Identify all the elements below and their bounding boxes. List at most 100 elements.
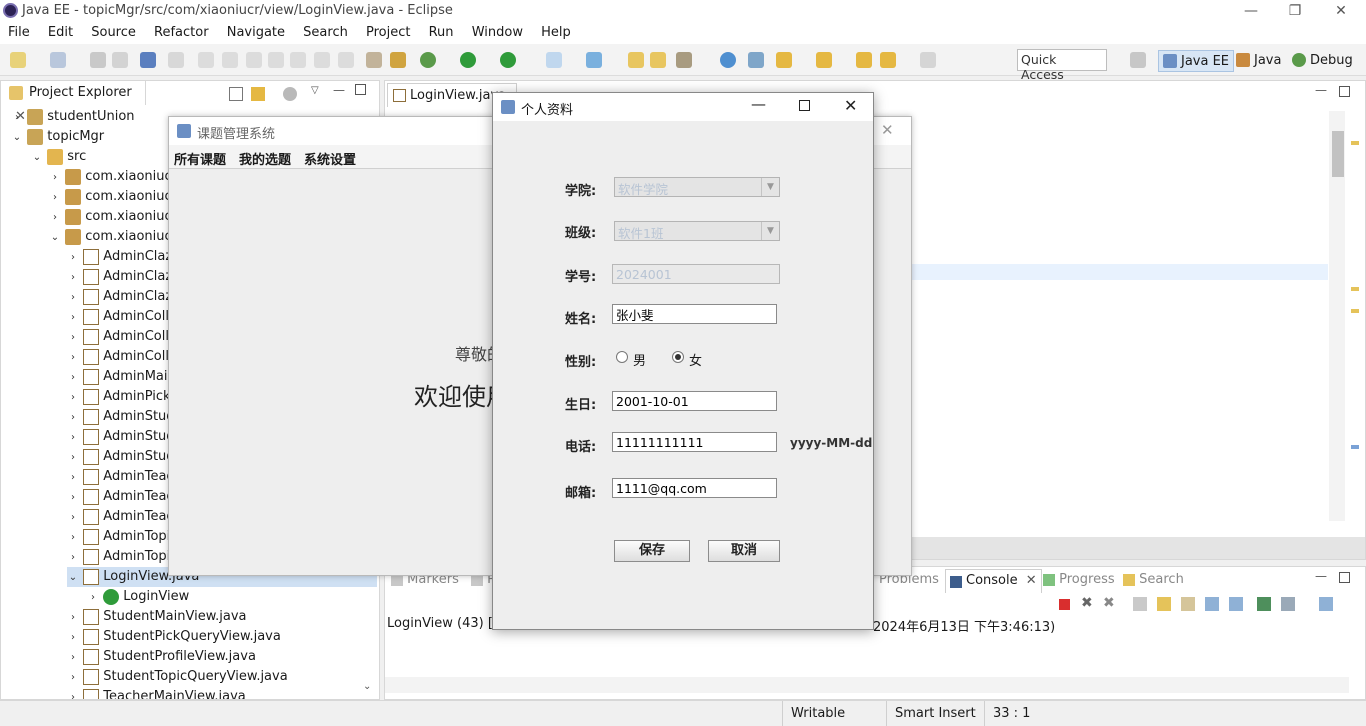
display-console-icon[interactable]: [1281, 597, 1295, 611]
scrollbar-thumb[interactable]: [1332, 131, 1344, 177]
menu-file[interactable]: File: [8, 22, 30, 40]
tree-item[interactable]: › AdminTeac: [67, 507, 174, 527]
menu-search[interactable]: Search: [303, 22, 348, 40]
tree-item[interactable]: › AdminClaz: [67, 247, 172, 267]
back-icon[interactable]: [880, 52, 896, 68]
step-into-icon[interactable]: [290, 52, 306, 68]
show-stdout-icon[interactable]: [1205, 597, 1219, 611]
tree-item[interactable]: › AdminTopi: [67, 547, 170, 567]
tree-item[interactable]: › AdminClaz: [67, 287, 172, 307]
globe-icon[interactable]: [720, 52, 736, 68]
open-type-icon[interactable]: [50, 52, 66, 68]
close-icon[interactable]: ✕: [1318, 0, 1364, 22]
toggle-icon[interactable]: [748, 52, 764, 68]
debug-icon[interactable]: [420, 52, 436, 68]
close-icon[interactable]: ✕: [881, 121, 894, 139]
run-external-icon[interactable]: [500, 52, 516, 68]
scroll-down-icon[interactable]: ⌄: [363, 681, 371, 692]
tree-item[interactable]: › TeacherMainView.java: [67, 687, 246, 699]
tree-item[interactable]: › AdminPick: [67, 387, 171, 407]
class-select[interactable]: 软件1班 ▼: [614, 221, 780, 241]
horizontal-scrollbar[interactable]: [385, 677, 1349, 693]
tree-item[interactable]: › AdminMain: [67, 367, 176, 387]
save-all-icon[interactable]: [112, 52, 128, 68]
close-console-icon[interactable]: ✕: [1026, 573, 1037, 588]
tree-item[interactable]: › AdminColle: [67, 327, 177, 347]
pin-icon[interactable]: [676, 52, 692, 68]
cancel-button[interactable]: 取消: [708, 540, 780, 562]
new-icon[interactable]: [10, 52, 26, 68]
link-editor-icon[interactable]: [251, 87, 265, 101]
view-menu-icon[interactable]: ▽: [311, 85, 319, 96]
tree-item[interactable]: › AdminTeac: [67, 487, 174, 507]
next-annotation-icon[interactable]: [776, 52, 792, 68]
tree-item[interactable]: › LoginView: [87, 587, 189, 607]
save-button[interactable]: 保存: [614, 540, 690, 562]
tree-item[interactable]: › AdminClaz: [67, 267, 172, 287]
new-class-icon[interactable]: [586, 52, 602, 68]
menu-project[interactable]: Project: [366, 22, 410, 40]
forward-icon[interactable]: [920, 52, 936, 68]
menu-edit[interactable]: Edit: [48, 22, 73, 40]
maximize-icon[interactable]: [799, 100, 810, 111]
menu-run[interactable]: Run: [429, 22, 454, 40]
filter-icon[interactable]: [283, 87, 297, 101]
tree-item[interactable]: › StudentTopicQueryView.java: [67, 667, 288, 687]
disconnect-icon[interactable]: [268, 52, 284, 68]
step-over-icon[interactable]: [314, 52, 330, 68]
pin-console-icon[interactable]: [1257, 597, 1271, 611]
run-icon[interactable]: [460, 52, 476, 68]
new-java-project-icon[interactable]: [546, 52, 562, 68]
terminate-console-icon[interactable]: [1059, 599, 1070, 610]
tree-item[interactable]: › StudentPickQueryView.java: [67, 627, 281, 647]
open-console-icon[interactable]: [1319, 597, 1333, 611]
gender-male-radio[interactable]: [616, 351, 628, 363]
maximize-editor-icon[interactable]: [1339, 86, 1350, 97]
vertical-scrollbar[interactable]: [1329, 111, 1345, 521]
tree-item[interactable]: › AdminStud: [67, 427, 175, 447]
menu-all-topics[interactable]: 所有课题: [174, 149, 226, 168]
student-no-input[interactable]: [612, 264, 780, 284]
phone-input[interactable]: [612, 432, 777, 452]
quick-access-input[interactable]: Quick Access: [1017, 49, 1107, 82]
tree-item[interactable]: › StudentMainView.java: [67, 607, 247, 627]
menu-help[interactable]: Help: [541, 22, 571, 40]
minimize-editor-icon[interactable]: —: [1315, 83, 1327, 97]
tab-console[interactable]: Console ✕: [945, 569, 1042, 593]
menu-refactor[interactable]: Refactor: [154, 22, 209, 40]
remove-launch-icon[interactable]: ✖: [1081, 595, 1093, 611]
email-input[interactable]: [612, 478, 777, 498]
tree-item[interactable]: ⌄ com.xiaoniucr: [49, 227, 177, 247]
tree-item[interactable]: › com.xiaoniucr: [49, 187, 177, 207]
minimize-bottom-icon[interactable]: —: [1315, 569, 1327, 583]
remove-all-icon[interactable]: ✖: [1103, 595, 1115, 611]
menu-my-topics[interactable]: 我的选题: [239, 149, 291, 168]
tab-search[interactable]: Search: [1123, 572, 1184, 587]
close-icon[interactable]: ✕: [844, 96, 857, 115]
skip-breakpoints-icon[interactable]: [168, 52, 184, 68]
tree-item[interactable]: › AdminColle: [67, 347, 177, 367]
menu-window[interactable]: Window: [472, 22, 523, 40]
tree-item[interactable]: › com.xiaoniucr: [49, 207, 177, 227]
suspend-icon[interactable]: [222, 52, 238, 68]
collapse-all-icon[interactable]: [229, 87, 243, 101]
tree-item[interactable]: › AdminColle: [67, 307, 177, 327]
perspective-java-ee[interactable]: Java EE: [1158, 50, 1235, 72]
tree-item[interactable]: › AdminStud: [67, 407, 175, 427]
tree-item[interactable]: › AdminTeac: [67, 467, 174, 487]
console-icon[interactable]: [140, 52, 156, 68]
menu-system-settings[interactable]: 系统设置: [304, 149, 356, 168]
restore-icon[interactable]: ❐: [1272, 0, 1318, 22]
tree-item[interactable]: ⌄ topicMgr: [11, 127, 104, 147]
overview-marker[interactable]: [1351, 287, 1359, 291]
step-return-icon[interactable]: [338, 52, 354, 68]
open-task-icon[interactable]: [650, 52, 666, 68]
scroll-lock-icon[interactable]: [1157, 597, 1171, 611]
tab-progress[interactable]: Progress: [1043, 572, 1115, 587]
birthday-input[interactable]: [612, 391, 777, 411]
tree-item[interactable]: › AdminTopi: [67, 527, 170, 547]
maximize-view-icon[interactable]: [355, 84, 366, 95]
maximize-bottom-icon[interactable]: [1339, 572, 1350, 583]
word-wrap-icon[interactable]: [1181, 597, 1195, 611]
perspective-java[interactable]: Java: [1232, 50, 1285, 72]
